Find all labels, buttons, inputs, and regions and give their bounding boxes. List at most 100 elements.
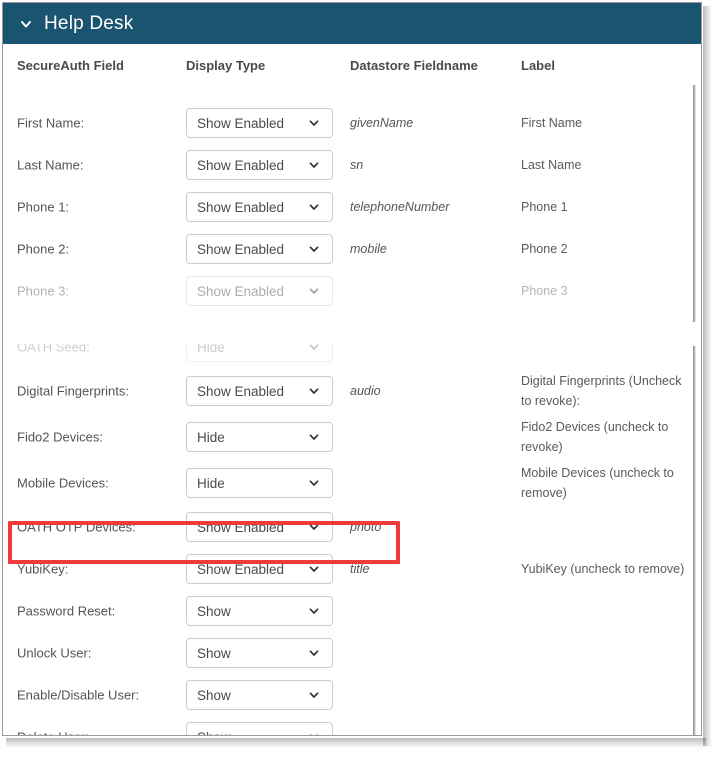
chevron-down-icon[interactable] (308, 521, 320, 533)
datastore-fieldname: title (350, 562, 370, 576)
field-label: Digital Fingerprints: (17, 383, 129, 399)
display-type-value: Show Enabled (197, 157, 285, 173)
display-type-select[interactable]: Show Enabled (186, 554, 333, 584)
display-type-select[interactable]: Show (186, 596, 333, 626)
display-type-value: Show Enabled (197, 561, 285, 577)
column-header-display: Display Type (186, 58, 266, 73)
settings-row: Digital Fingerprints: Show Enabled audio Di… (3, 370, 701, 412)
chevron-down-icon[interactable] (308, 285, 320, 297)
field-label: Delete User: (17, 730, 89, 736)
settings-row: First Name: Show Enabled givenName First Na… (3, 102, 701, 144)
display-type-value: Show Enabled (197, 199, 285, 215)
display-type-select[interactable]: Hide (186, 468, 333, 498)
display-label: Phone 3 (521, 284, 568, 298)
column-headers: SecureAuth Field Display Type Datastore … (3, 58, 701, 80)
chevron-down-icon[interactable] (308, 605, 320, 617)
display-label: Mobile Devices (uncheck to remove) (521, 466, 674, 500)
field-label: Phone 2: (17, 241, 70, 257)
chevron-down-icon[interactable] (308, 159, 320, 171)
page-seam-artifact (3, 322, 701, 344)
display-type-value: Hide (197, 475, 225, 491)
settings-row: Phone 2: Show Enabled mobile Phone 2 (3, 228, 701, 270)
datastore-fieldname: telephoneNumber (350, 200, 450, 214)
window-shadow-bottom (6, 738, 706, 748)
display-type-select[interactable]: Show Enabled (186, 234, 333, 264)
settings-row: Phone 3: Show Enabled Phone 3 (3, 270, 701, 312)
field-label: Fido2 Devices: (17, 429, 103, 445)
field-label: Unlock User: (17, 645, 92, 661)
settings-row: Mobile Devices: Hide Mobile Devices (unche… (3, 462, 701, 504)
display-label: Fido2 Devices (uncheck to revoke) (521, 420, 669, 454)
display-type-select[interactable]: Show Enabled (186, 376, 333, 406)
display-type-select[interactable]: Show Enabled (186, 192, 333, 222)
settings-row: Fido2 Devices: Hide Fido2 Devices (uncheck… (3, 416, 701, 458)
help-desk-panel: Help Desk SecureAuth Field Display Type … (2, 2, 702, 736)
display-type-select[interactable]: Show Enabled (186, 512, 333, 542)
chevron-down-icon[interactable] (308, 731, 320, 735)
display-type-select[interactable]: Show Enabled (186, 108, 333, 138)
right-edge-artifact (693, 85, 696, 735)
datastore-fieldname: photo (350, 520, 382, 534)
panel-body: SecureAuth Field Display Type Datastore … (3, 44, 701, 736)
field-label: Password Reset: (17, 603, 116, 619)
right-edge-artifact-gap (689, 322, 701, 346)
settings-row: Password Reset: Show (3, 590, 701, 632)
display-type-value: Show Enabled (197, 115, 285, 131)
display-type-value: Show Enabled (197, 519, 285, 535)
field-label: Phone 1: (17, 199, 70, 215)
chevron-down-icon[interactable] (308, 431, 320, 443)
display-type-select[interactable]: Show Enabled (186, 276, 333, 306)
display-label: Phone 1 (521, 200, 568, 214)
settings-row: OATH OTP Devices: Show Enabled photo (3, 506, 701, 548)
screenshot-root: Help Desk SecureAuth Field Display Type … (0, 0, 712, 760)
chevron-down-icon[interactable] (308, 647, 320, 659)
panel-title: Help Desk (44, 13, 134, 34)
datastore-fieldname: givenName (350, 116, 414, 130)
display-type-value: Show (197, 645, 231, 661)
chevron-down-icon[interactable] (308, 117, 320, 129)
display-label: Last Name (521, 158, 582, 172)
display-type-value: Show Enabled (197, 241, 285, 257)
datastore-fieldname: audio (350, 384, 381, 398)
display-label: First Name (521, 116, 583, 130)
panel-header[interactable]: Help Desk (3, 3, 701, 44)
field-label: Mobile Devices: (17, 475, 109, 491)
display-type-value: Show (197, 687, 231, 703)
display-type-select[interactable]: Show Enabled (186, 150, 333, 180)
field-label: Enable/Disable User: (17, 687, 140, 703)
datastore-fieldname: sn (350, 158, 364, 172)
settings-row: Unlock User: Show (3, 632, 701, 674)
display-type-value: Show (197, 730, 308, 736)
settings-row: Last Name: Show Enabled sn Last Name (3, 144, 701, 186)
display-label: Phone 2 (521, 242, 568, 256)
display-type-value: Show (197, 603, 231, 619)
chevron-down-icon[interactable] (308, 385, 320, 397)
chevron-down-icon[interactable] (19, 17, 33, 31)
chevron-down-icon[interactable] (308, 563, 320, 575)
display-label: Digital Fingerprints (Uncheck to revoke)… (521, 374, 682, 408)
display-type-value: Show Enabled (197, 283, 285, 299)
display-type-value: Show Enabled (197, 383, 285, 399)
display-type-select[interactable]: Hide (186, 422, 333, 452)
settings-row: YubiKey: Show Enabled title YubiKey (unchec… (3, 548, 701, 590)
column-header-datastore: Datastore Fieldname (350, 58, 478, 73)
window-shadow-right (703, 6, 712, 746)
display-type-select[interactable]: Show (186, 680, 333, 710)
field-label: YubiKey: (17, 561, 69, 577)
chevron-down-icon[interactable] (308, 477, 320, 489)
column-header-label: Label (521, 58, 555, 73)
chevron-down-icon[interactable] (308, 689, 320, 701)
settings-row: Enable/Disable User: Show (3, 674, 701, 716)
settings-row: Delete User: Show (3, 716, 701, 736)
display-type-value: Hide (197, 429, 225, 445)
chevron-down-icon[interactable] (308, 243, 320, 255)
field-label: Last Name: (17, 157, 84, 173)
display-type-select[interactable]: Show (186, 722, 333, 736)
display-type-select[interactable]: Show (186, 638, 333, 668)
field-label: First Name: (17, 115, 85, 131)
column-header-field: SecureAuth Field (17, 58, 124, 73)
field-label: Phone 3: (17, 283, 70, 299)
chevron-down-icon[interactable] (308, 201, 320, 213)
display-label: YubiKey (uncheck to remove) (521, 562, 685, 576)
datastore-fieldname: mobile (350, 242, 387, 256)
